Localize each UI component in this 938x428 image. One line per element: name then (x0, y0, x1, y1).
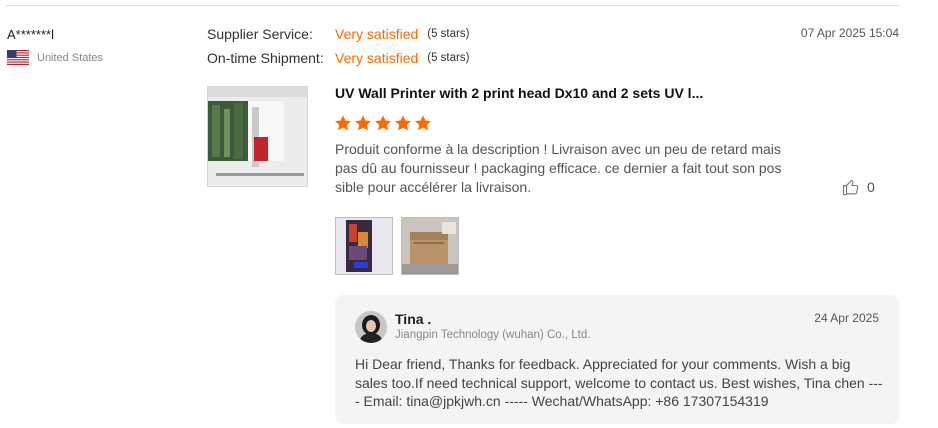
product-thumbnail[interactable] (207, 86, 308, 187)
reply-date: 24 Apr 2025 (814, 311, 879, 325)
rating-value: Very satisfied (335, 26, 419, 42)
supplier-service-rating: Supplier Service: Very satisfied (5 star… (207, 26, 469, 42)
like-count: 0 (867, 179, 875, 195)
us-flag-icon (7, 50, 29, 65)
star-icon (415, 115, 431, 131)
rating-count: (5 stars) (427, 52, 470, 64)
star-icon (355, 115, 371, 131)
rating-count: (5 stars) (427, 28, 470, 40)
avatar (355, 311, 387, 343)
review-photo-image (402, 218, 458, 274)
reviewer-name: A*******l (7, 27, 54, 42)
review-date: 07 Apr 2025 15:04 (800, 26, 899, 40)
replier-name: Tina . (395, 311, 432, 327)
review-photo-1[interactable] (335, 217, 393, 275)
rating-value: Very satisfied (335, 50, 419, 66)
country-name: United States (37, 51, 104, 64)
like-button[interactable]: 0 (842, 178, 875, 196)
reply-text: Hi Dear friend, Thanks for feedback. App… (355, 356, 883, 409)
product-rating-stars (334, 114, 432, 132)
star-icon (335, 115, 351, 131)
product-image (208, 87, 307, 186)
review-text: Produit conforme à la description ! Livr… (335, 141, 782, 195)
product-title[interactable]: UV Wall Printer with 2 print head Dx10 a… (335, 85, 703, 101)
star-icon (395, 115, 411, 131)
top-divider (6, 5, 899, 6)
replier-company: Jiangpin Technology (wuhan) Co., Ltd. (395, 329, 591, 341)
rating-label: Supplier Service: (207, 26, 313, 42)
thumbs-up-icon (842, 180, 859, 196)
on-time-shipment-rating: On-time Shipment: Very satisfied (5 star… (207, 50, 469, 66)
avatar-image (355, 311, 387, 343)
reviewer-country: United States (7, 50, 103, 65)
rating-label: On-time Shipment: (207, 50, 324, 66)
supplier-reply: Tina . Jiangpin Technology (wuhan) Co., … (335, 295, 899, 424)
review-photo-image (336, 218, 392, 274)
star-icon (375, 115, 391, 131)
review-photo-2[interactable] (401, 217, 459, 275)
